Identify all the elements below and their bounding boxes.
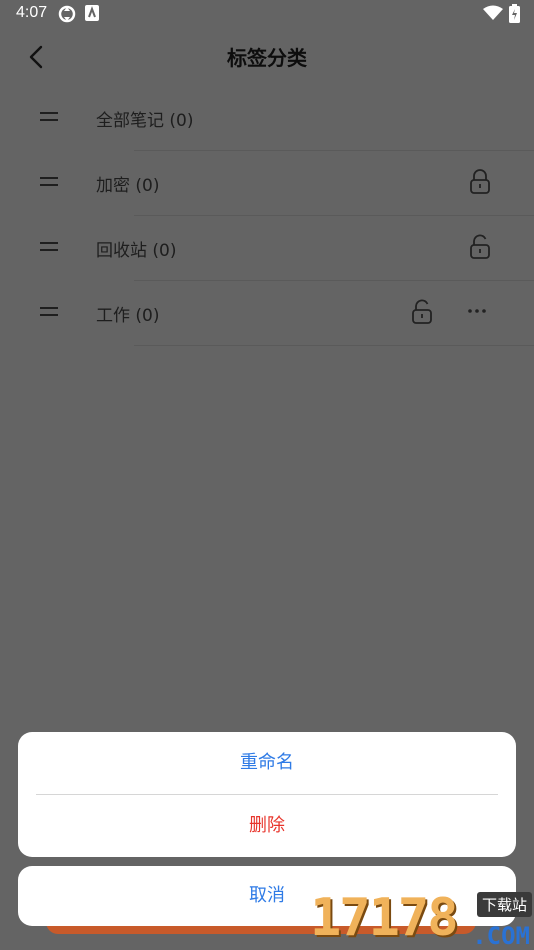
tag-row-recycle-bin[interactable]: 回收站 (0) bbox=[0, 216, 534, 281]
tag-label: 全部笔记 (0) bbox=[96, 111, 194, 131]
tag-label: 回收站 (0) bbox=[96, 241, 177, 261]
drag-handle-icon[interactable] bbox=[40, 176, 58, 188]
drag-handle-icon[interactable] bbox=[40, 306, 58, 318]
tag-label: 工作 (0) bbox=[96, 306, 160, 326]
lock-icon[interactable] bbox=[468, 169, 492, 195]
action-sheet: 重命名 删除 bbox=[18, 732, 516, 857]
tag-list: 全部笔记 (0) 加密 (0) 回收站 (0) 工作 (0) bbox=[0, 86, 534, 346]
tag-label: 加密 (0) bbox=[96, 176, 160, 196]
wifi-icon bbox=[483, 5, 503, 25]
watermark-badge: 下载站 bbox=[476, 892, 532, 917]
tag-row-encrypted[interactable]: 加密 (0) bbox=[0, 151, 534, 216]
rename-button[interactable]: 重命名 bbox=[18, 732, 516, 794]
battery-icon bbox=[509, 4, 520, 27]
tag-row-all-notes[interactable]: 全部笔记 (0) bbox=[0, 86, 534, 151]
page-title: 标签分类 bbox=[227, 46, 307, 70]
status-bar: 4:07 bbox=[0, 0, 534, 28]
delete-button[interactable]: 删除 bbox=[18, 795, 516, 857]
app-notification-icon bbox=[85, 5, 99, 25]
sync-icon bbox=[58, 5, 76, 27]
tag-row-work[interactable]: 工作 (0) bbox=[0, 281, 534, 346]
watermark-domain: .COM bbox=[472, 922, 530, 950]
drag-handle-icon[interactable] bbox=[40, 111, 58, 123]
watermark-number: 17178 bbox=[310, 888, 459, 948]
toolbar: 标签分类 bbox=[0, 28, 534, 86]
watermark-logo: 17178 下载站 .COM bbox=[306, 888, 534, 950]
unlock-icon[interactable] bbox=[410, 299, 434, 325]
status-time: 4:07 bbox=[16, 4, 48, 21]
more-options-icon[interactable] bbox=[464, 301, 490, 321]
drag-handle-icon[interactable] bbox=[40, 241, 58, 253]
divider bbox=[134, 345, 534, 346]
unlock-icon[interactable] bbox=[468, 234, 492, 260]
